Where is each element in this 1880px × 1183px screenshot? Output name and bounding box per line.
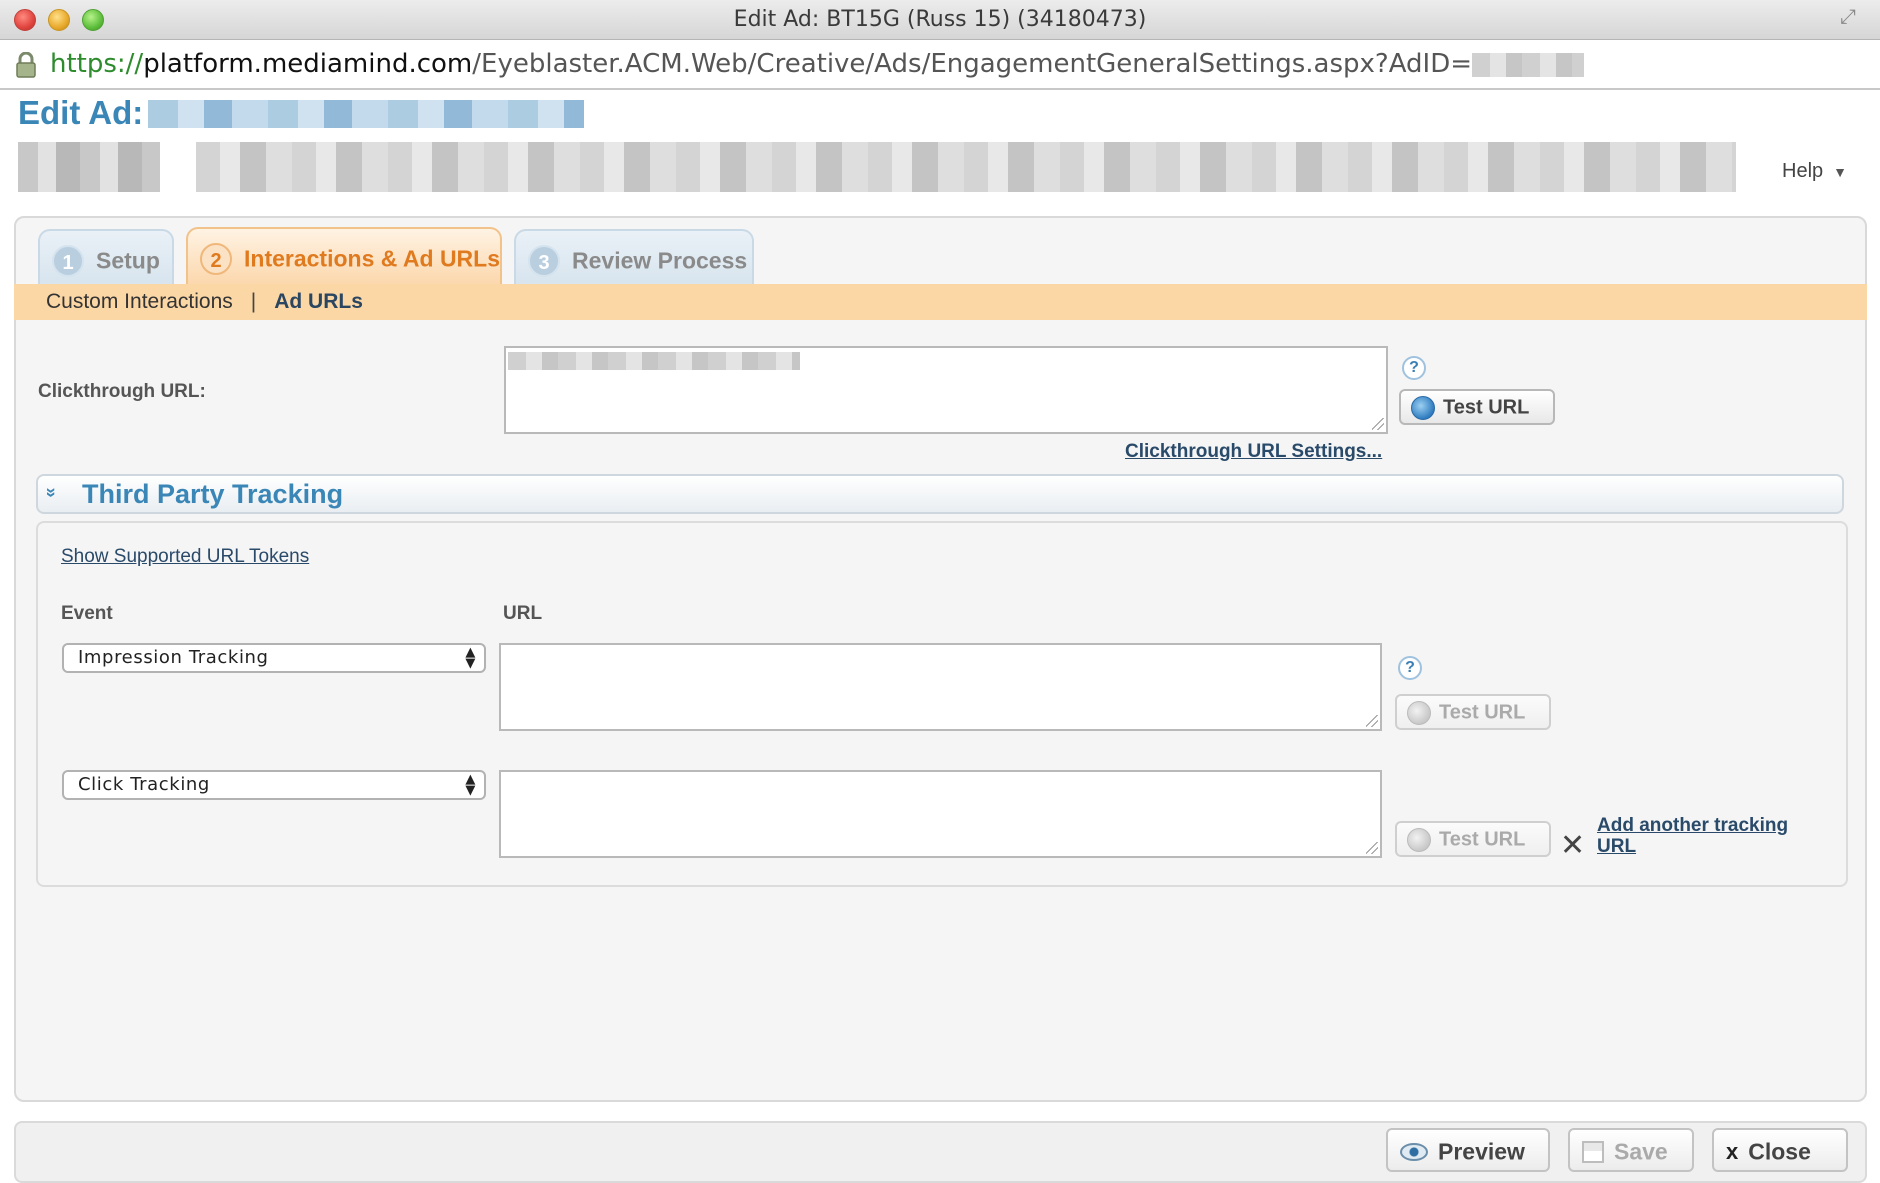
- tracking-help-icon[interactable]: ?: [1398, 656, 1422, 680]
- save-button[interactable]: Save: [1568, 1128, 1694, 1172]
- tab-label: Interactions & Ad URLs: [244, 245, 501, 272]
- test-url-label: Test URL: [1443, 396, 1530, 419]
- event-select-impression[interactable]: Impression Tracking ▲ ▼: [62, 643, 486, 673]
- show-url-tokens-link[interactable]: Show Supported URL Tokens: [61, 546, 309, 568]
- select-value: Impression Tracking: [78, 647, 269, 668]
- address-bar[interactable]: https://platform.mediamind.com/Eyeblaste…: [0, 40, 1880, 90]
- clickthrough-url-settings-link[interactable]: Clickthrough URL Settings...: [1125, 441, 1382, 463]
- url-domain: platform.mediamind.com: [143, 49, 473, 79]
- redacted-ad-id: [1472, 52, 1585, 77]
- event-column-header: Event: [61, 603, 113, 624]
- tab-label: Review Process: [572, 247, 748, 274]
- eye-icon: [1400, 1142, 1428, 1161]
- clickthrough-test-url-button[interactable]: Test URL: [1399, 389, 1555, 425]
- add-tracking-url-link[interactable]: Add another tracking URL: [1597, 815, 1827, 857]
- collapse-icon[interactable]: »: [41, 487, 62, 497]
- click-tracking-url-field[interactable]: [499, 770, 1382, 858]
- url-path: /Eyeblaster.ACM.Web/Creative/Ads/Engagem…: [472, 49, 1473, 79]
- page-title: Edit Ad:: [18, 94, 144, 131]
- clickthrough-url-field[interactable]: [504, 346, 1388, 434]
- clickthrough-help-icon[interactable]: ?: [1402, 356, 1426, 380]
- redacted-info-1: [18, 142, 160, 192]
- close-icon: x: [1726, 1138, 1739, 1164]
- step-number-badge: 1: [52, 245, 84, 277]
- select-arrows-icon: ▲ ▼: [465, 772, 476, 798]
- resize-handle[interactable]: [1366, 715, 1378, 727]
- event-select-click[interactable]: Click Tracking ▲ ▼: [62, 770, 486, 800]
- redacted-clickthrough-url: [508, 352, 800, 370]
- url-text: https://platform.mediamind.com/Eyeblaste…: [50, 49, 1585, 79]
- close-button[interactable]: x Close: [1712, 1128, 1848, 1172]
- globe-icon: [1411, 396, 1435, 420]
- subnav-custom-interactions[interactable]: Custom Interactions: [46, 290, 233, 313]
- step-number-badge: 3: [528, 245, 560, 277]
- select-value: Click Tracking: [78, 774, 210, 795]
- redacted-ad-name: [148, 100, 584, 128]
- impression-tracking-url-field[interactable]: [499, 643, 1382, 731]
- fullscreen-icon[interactable]: ⤢: [1840, 6, 1866, 32]
- globe-icon: [1407, 701, 1431, 725]
- section-title: Third Party Tracking: [82, 479, 344, 509]
- url-scheme: https://: [50, 49, 144, 79]
- url-column-header: URL: [503, 603, 543, 624]
- redacted-info-2: [196, 142, 1736, 192]
- test-url-label: Test URL: [1439, 828, 1526, 851]
- resize-handle[interactable]: [1366, 842, 1378, 854]
- tab-review-process[interactable]: 3 Review Process: [514, 229, 754, 285]
- clickthrough-url-label: Clickthrough URL:: [38, 381, 206, 402]
- subnav-ad-urls[interactable]: Ad URLs: [274, 290, 363, 313]
- preview-label: Preview: [1438, 1138, 1525, 1165]
- globe-icon: [1407, 828, 1431, 852]
- close-label: Close: [1748, 1138, 1811, 1165]
- test-url-label: Test URL: [1439, 701, 1526, 724]
- floppy-disk-icon: [1582, 1140, 1604, 1163]
- tab-interactions-ad-urls[interactable]: 2 Interactions & Ad URLs: [186, 227, 502, 287]
- help-menu[interactable]: Help ▼: [1782, 160, 1847, 183]
- click-test-url-button[interactable]: Test URL: [1395, 821, 1551, 857]
- select-arrows-icon: ▲ ▼: [465, 645, 476, 671]
- help-label: Help: [1782, 160, 1824, 182]
- window-title: Edit Ad: BT15G (Russ 15) (34180473): [733, 7, 1147, 32]
- step-number-badge: 2: [200, 243, 232, 275]
- resize-handle[interactable]: [1372, 418, 1384, 430]
- window-titlebar: Edit Ad: BT15G (Russ 15) (34180473) ⤢: [0, 0, 1880, 40]
- sub-navigation: Custom Interactions | Ad URLs: [14, 284, 1867, 320]
- lock-icon: [16, 52, 36, 78]
- chevron-down-icon: ▼: [1833, 164, 1847, 180]
- tab-setup[interactable]: 1 Setup: [38, 229, 174, 285]
- impression-test-url-button[interactable]: Test URL: [1395, 694, 1551, 730]
- save-label: Save: [1614, 1138, 1668, 1165]
- tab-label: Setup: [96, 247, 160, 274]
- subnav-separator: |: [250, 290, 257, 313]
- third-party-tracking-header[interactable]: » Third Party Tracking: [36, 474, 1844, 514]
- preview-button[interactable]: Preview: [1386, 1128, 1550, 1172]
- remove-tracking-icon[interactable]: ✕: [1560, 828, 1585, 863]
